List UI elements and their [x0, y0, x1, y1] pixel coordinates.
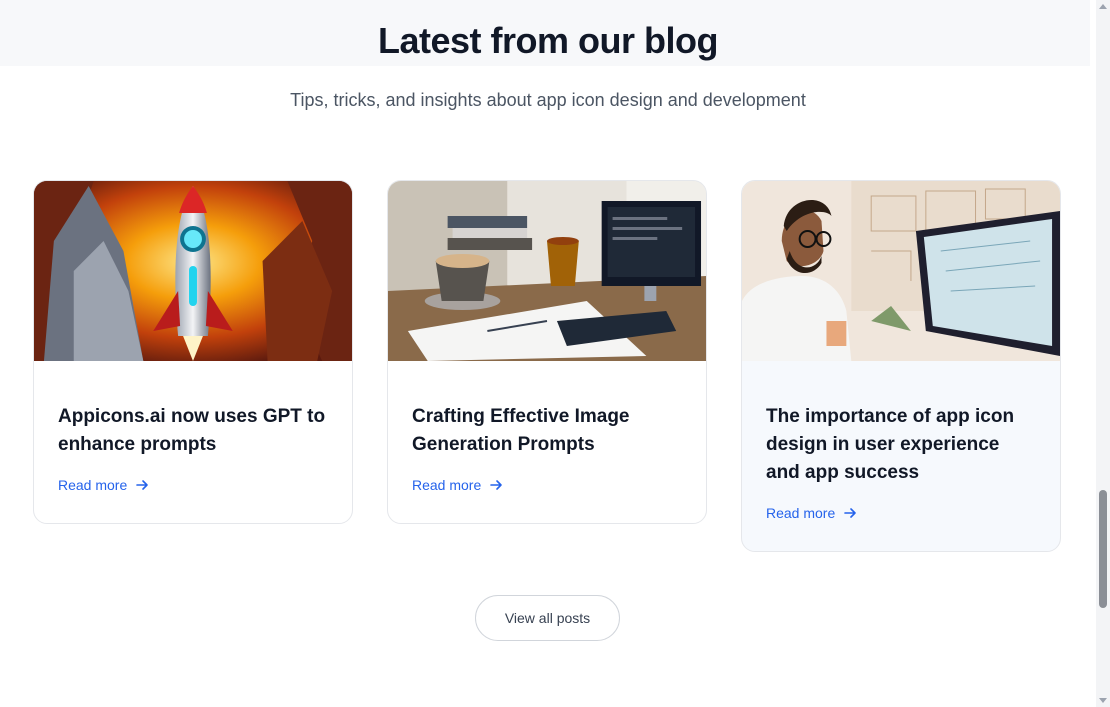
section-title: Latest from our blog [378, 20, 719, 61]
read-more-label: Read more [766, 505, 836, 521]
view-all-posts-button[interactable]: View all posts [475, 595, 620, 641]
arrow-right-icon [490, 480, 503, 490]
read-more-link[interactable]: Read more [766, 505, 857, 521]
blog-section: Latest from our blog Tips, tricks, and i… [0, 0, 1110, 707]
blog-card[interactable]: The importance of app icon design in use… [741, 180, 1061, 552]
blog-card[interactable]: Appicons.ai now uses GPT to enhance prom… [33, 180, 353, 524]
read-more-label: Read more [58, 477, 128, 493]
read-more-link[interactable]: Read more [412, 477, 503, 493]
arrow-right-icon [844, 508, 857, 518]
scroll-up-icon[interactable] [1099, 4, 1107, 9]
blog-card[interactable]: Crafting Effective Image Generation Prom… [387, 180, 707, 524]
read-more-label: Read more [412, 477, 482, 493]
section-subtitle: Tips, tricks, and insights about app ico… [290, 90, 806, 110]
post-title[interactable]: Crafting Effective Image Generation Prom… [412, 403, 682, 459]
post-title[interactable]: The importance of app icon design in use… [766, 403, 1036, 487]
post-title[interactable]: Appicons.ai now uses GPT to enhance prom… [58, 403, 328, 459]
desk-workspace-photo[interactable] [388, 181, 706, 361]
scrollbar-thumb[interactable] [1099, 490, 1107, 608]
read-more-link[interactable]: Read more [58, 477, 149, 493]
designer-illustration[interactable] [742, 181, 1060, 361]
scroll-down-icon[interactable] [1099, 698, 1107, 703]
vertical-scrollbar[interactable] [1096, 0, 1110, 707]
rocket-illustration[interactable] [34, 181, 352, 361]
arrow-right-icon [136, 480, 149, 490]
